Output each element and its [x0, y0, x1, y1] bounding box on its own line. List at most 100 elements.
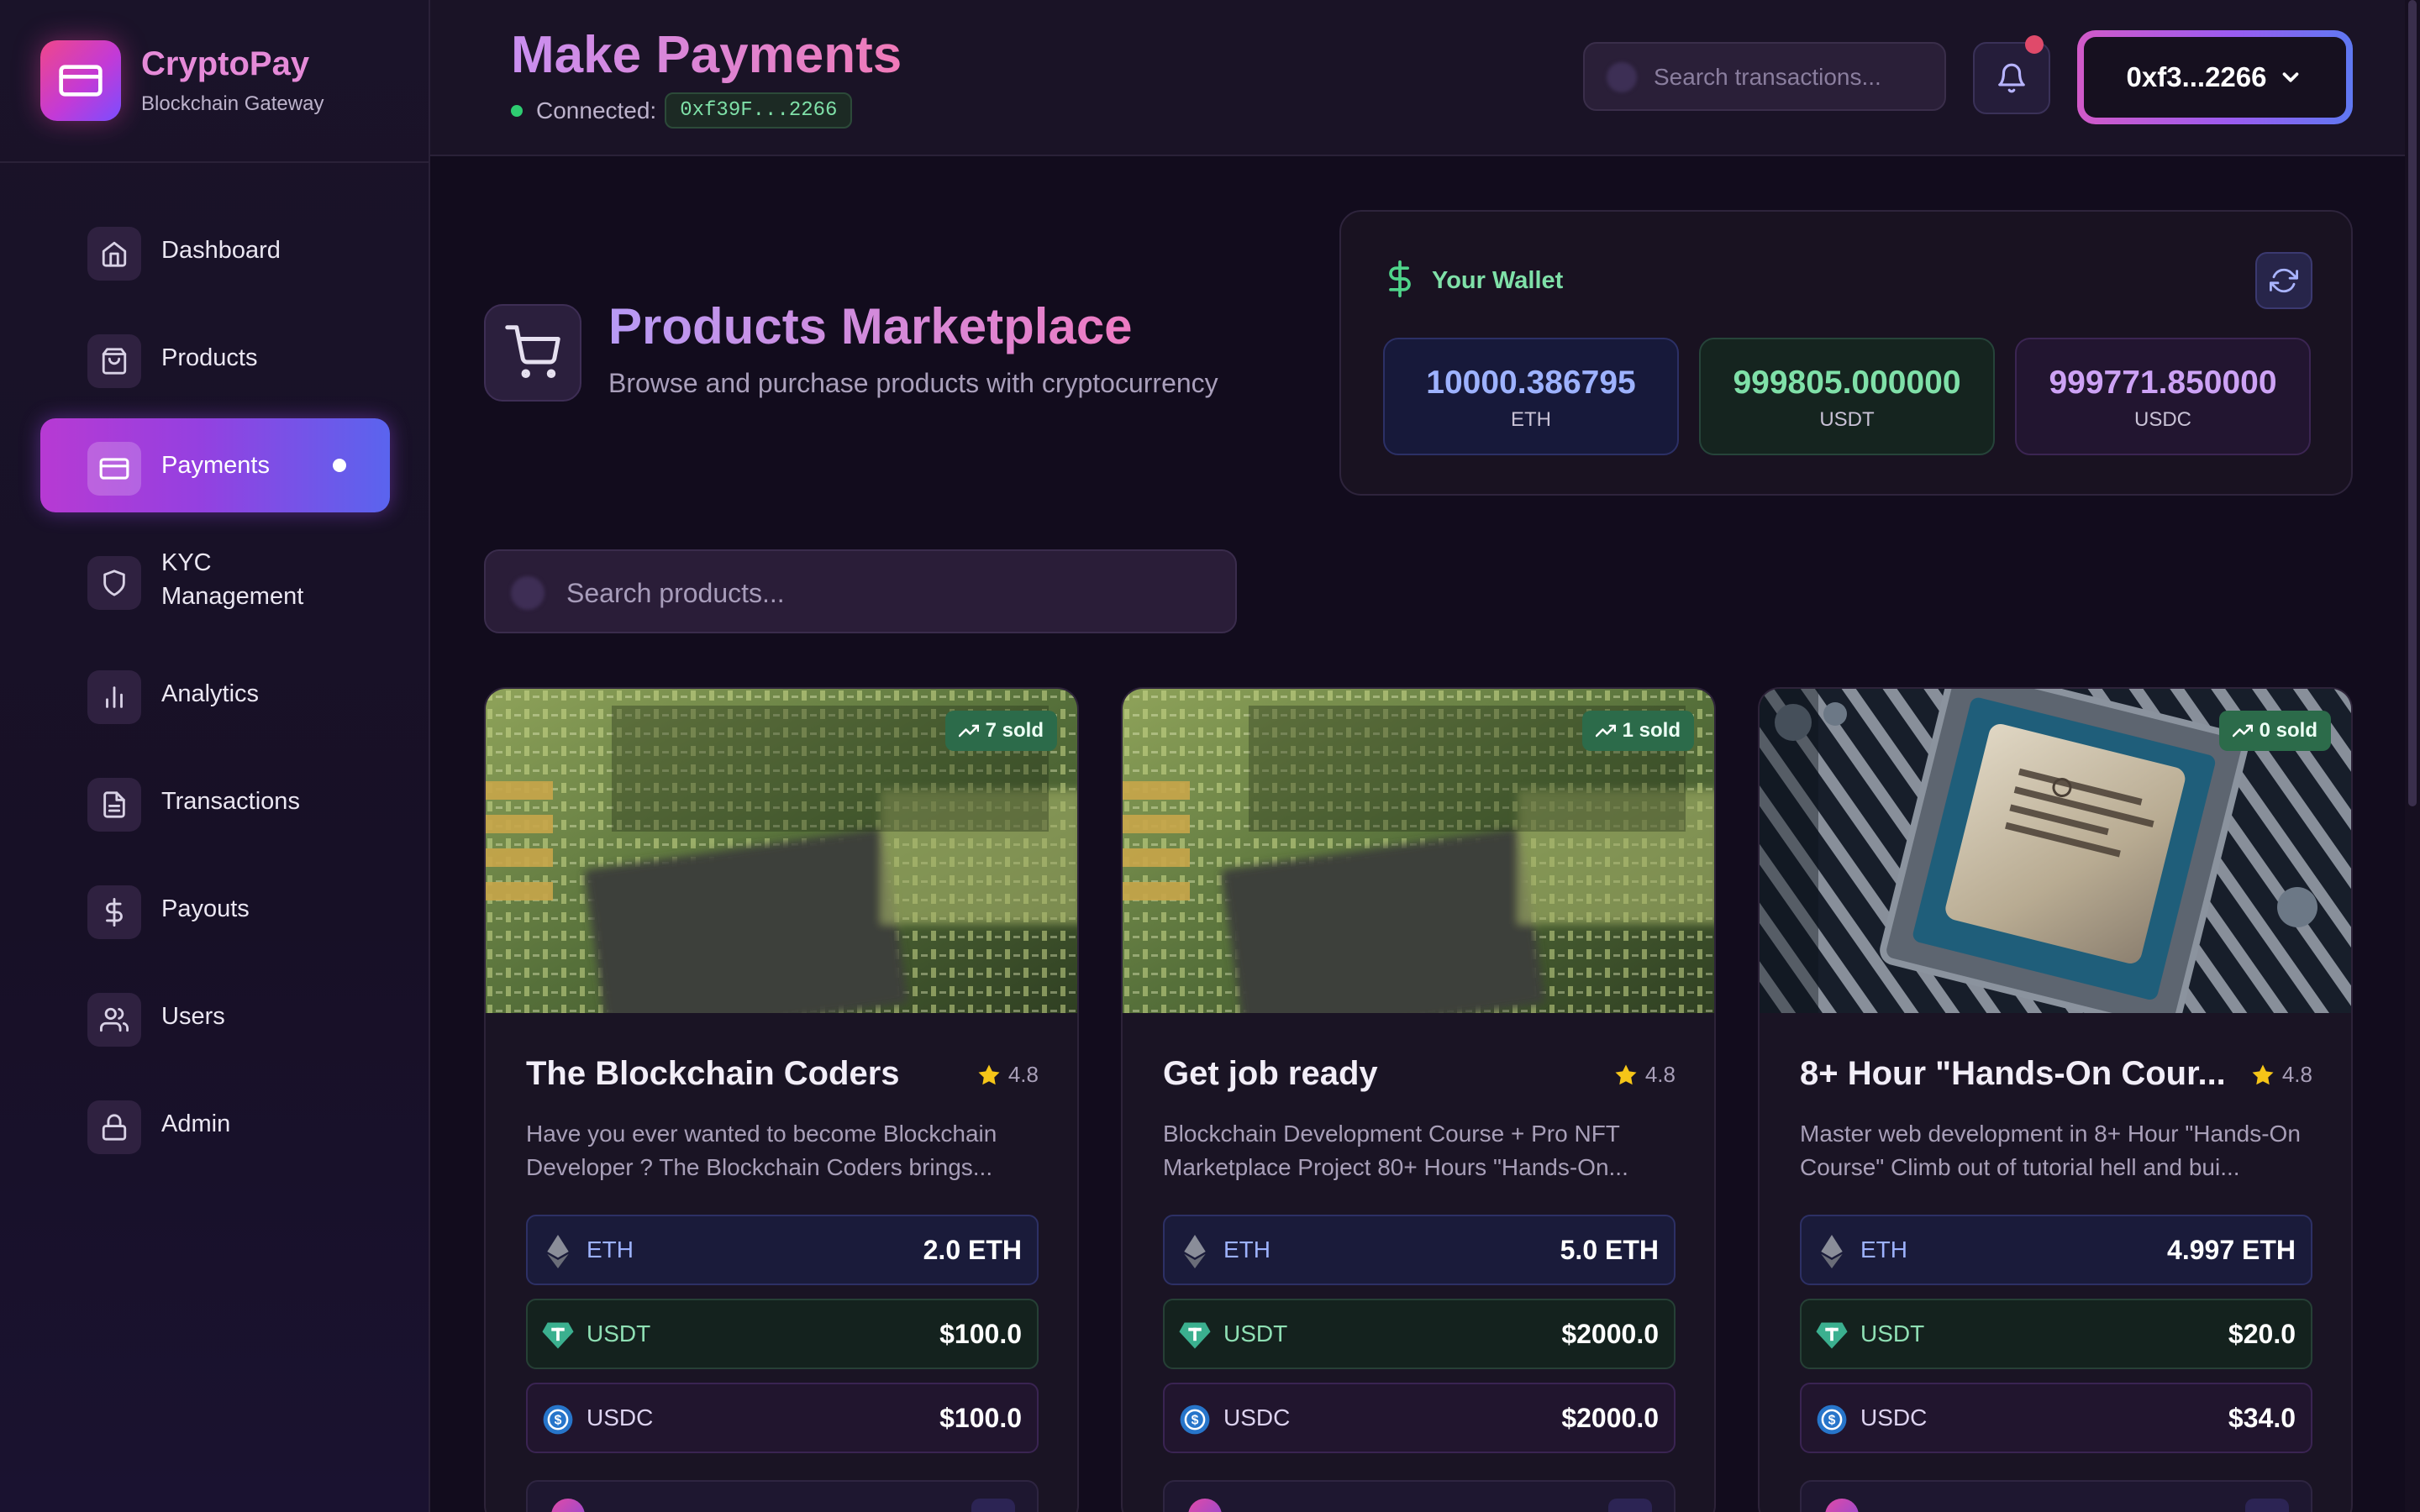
brand-name: CryptoPay	[141, 45, 310, 82]
buy-button[interactable]	[2245, 1499, 2289, 1512]
price-eth[interactable]: ETH 2.0 ETH	[526, 1215, 1039, 1285]
sidebar-item-label: Payments	[161, 452, 270, 479]
price-usdc[interactable]: $ USDC $34.0	[1800, 1383, 2312, 1453]
price-usdc[interactable]: $ USDC $100.0	[526, 1383, 1039, 1453]
sidebar-item-label: Products	[161, 344, 258, 371]
price-usdt[interactable]: USDT $2000.0	[1163, 1299, 1676, 1369]
price-amount: $2000.0	[1561, 1318, 1659, 1349]
price-currency: USDC	[587, 1404, 654, 1431]
product-rating: 4.8	[976, 1062, 1039, 1088]
buy-button[interactable]	[1608, 1499, 1652, 1512]
product-rating: 4.8	[1613, 1062, 1676, 1088]
seller-avatar	[1825, 1499, 1859, 1512]
eth-balance: 10000.386795 ETH	[1383, 338, 1679, 455]
chevron-down-icon	[2283, 72, 2299, 82]
rating-value: 4.8	[1007, 1062, 1039, 1087]
star-icon	[1615, 1064, 1637, 1084]
balance-currency: USDC	[2133, 408, 2191, 431]
ethereum-icon	[541, 1235, 575, 1268]
product-card[interactable]: 1 sold Get job ready 4.8 Blockchain Deve…	[1121, 687, 1716, 1512]
product-description: Blockchain Development Course + Pro NFT …	[1163, 1121, 1628, 1180]
price-currency: USDT	[1860, 1320, 1925, 1347]
marketplace-subtitle: Browse and purchase products with crypto…	[608, 368, 1218, 398]
price-currency: USDC	[1860, 1404, 1928, 1431]
refresh-balance-button[interactable]	[2255, 252, 2312, 309]
wallet-card: Your Wallet 10000.386795 ETH 999805.0000…	[1339, 210, 2353, 496]
sidebar-item-payments[interactable]: Payments	[40, 418, 390, 512]
sidebar-item-kyc-management[interactable]: KYC Management	[40, 533, 390, 627]
product-search[interactable]	[484, 549, 1237, 633]
wallet-address-label: 0xf3...2266	[2126, 61, 2267, 92]
transaction-search-input[interactable]	[1654, 59, 1931, 96]
trending-up-icon	[958, 724, 979, 738]
price-amount: $20.0	[2228, 1318, 2296, 1349]
balance-value: 10000.386795	[1426, 365, 1636, 401]
price-eth[interactable]: ETH 5.0 ETH	[1163, 1215, 1676, 1285]
shield-icon	[87, 556, 141, 610]
wallet-title: Your Wallet	[1432, 267, 1564, 294]
price-usdt[interactable]: USDT $100.0	[526, 1299, 1039, 1369]
balance-value: 999805.000000	[1733, 365, 1961, 401]
price-amount: 4.997 ETH	[2167, 1234, 2296, 1265]
product-search-input[interactable]	[566, 573, 1205, 613]
sidebar: CryptoPay Blockchain Gateway Dashboard P…	[0, 0, 430, 1512]
product-image[interactable]: 7 sold	[486, 689, 1077, 1013]
usd-coin-icon: $	[541, 1403, 575, 1436]
sidebar-item-label: Payouts	[161, 895, 250, 922]
svg-text:$: $	[555, 1414, 562, 1428]
product-card[interactable]: 7 sold The Blockchain Coders 4.8 Have yo…	[484, 687, 1079, 1512]
sold-count: 7 sold	[985, 719, 1044, 742]
product-card[interactable]: 0 sold 8+ Hour "Hands-On Cour... 4.8 Mas…	[1758, 687, 2353, 1512]
credit-card-logo-icon[interactable]	[40, 40, 121, 121]
svg-text:$: $	[1828, 1414, 1836, 1428]
product-title[interactable]: The Blockchain Coders	[526, 1055, 980, 1093]
price-usdc[interactable]: $ USDC $2000.0	[1163, 1383, 1676, 1453]
ethereum-icon	[1178, 1235, 1212, 1268]
sold-count: 1 sold	[1622, 719, 1681, 742]
sidebar-item-label: Dashboard	[161, 237, 281, 264]
usd-coin-icon: $	[1815, 1403, 1849, 1436]
transaction-search[interactable]	[1583, 42, 1946, 111]
sidebar-item-admin[interactable]: Admin	[40, 1077, 390, 1171]
sidebar-item-transactions[interactable]: Transactions	[40, 754, 390, 848]
price-amount: 2.0 ETH	[923, 1234, 1022, 1265]
card-actions-row	[1163, 1480, 1676, 1512]
refresh-icon	[2270, 268, 2298, 293]
buy-button[interactable]	[971, 1499, 1015, 1512]
sold-count-badge: 0 sold	[2218, 711, 2331, 751]
sidebar-item-dashboard[interactable]: Dashboard	[40, 203, 390, 297]
trending-up-icon	[2232, 724, 2253, 738]
notifications-button[interactable]	[1973, 35, 2050, 114]
tether-icon	[1178, 1319, 1212, 1352]
product-image[interactable]: 1 sold	[1123, 689, 1714, 1013]
sidebar-item-analytics[interactable]: Analytics	[40, 647, 390, 741]
seller-avatar	[1188, 1499, 1222, 1512]
scrollbar-thumb[interactable]	[2408, 0, 2417, 806]
price-amount: 5.0 ETH	[1560, 1234, 1659, 1265]
product-image[interactable]: 0 sold	[1760, 689, 2351, 1013]
search-icon	[511, 576, 544, 610]
product-title[interactable]: 8+ Hour "Hands-On Cour...	[1800, 1055, 2254, 1093]
connected-label: Connected:	[536, 97, 657, 123]
rating-value: 4.8	[1644, 1062, 1676, 1087]
tether-icon	[541, 1319, 575, 1352]
brand-header: CryptoPay Blockchain Gateway	[0, 0, 429, 163]
wallet-address-button[interactable]: 0xf3...2266	[2077, 30, 2353, 124]
product-title[interactable]: Get job ready	[1163, 1055, 1617, 1093]
notification-badge	[2025, 35, 2044, 54]
sidebar-item-products[interactable]: Products	[40, 311, 390, 405]
sidebar-item-users[interactable]: Users	[40, 969, 390, 1063]
usdt-balance: 999805.000000 USDT	[1699, 338, 1995, 455]
page-title: Make Payments	[511, 26, 902, 84]
price-amount: $100.0	[939, 1318, 1022, 1349]
price-currency: ETH	[587, 1236, 634, 1263]
sold-count-badge: 1 sold	[1581, 711, 1694, 751]
connected-address-badge[interactable]: 0xf39F...2266	[665, 92, 853, 129]
star-icon	[978, 1064, 1000, 1084]
price-usdt[interactable]: USDT $20.0	[1800, 1299, 2312, 1369]
price-eth[interactable]: ETH 4.997 ETH	[1800, 1215, 2312, 1285]
sidebar-item-payouts[interactable]: Payouts	[40, 862, 390, 956]
balance-currency: ETH	[1511, 408, 1551, 431]
price-currency: USDT	[1223, 1320, 1288, 1347]
dollar-sign-icon	[87, 885, 141, 939]
